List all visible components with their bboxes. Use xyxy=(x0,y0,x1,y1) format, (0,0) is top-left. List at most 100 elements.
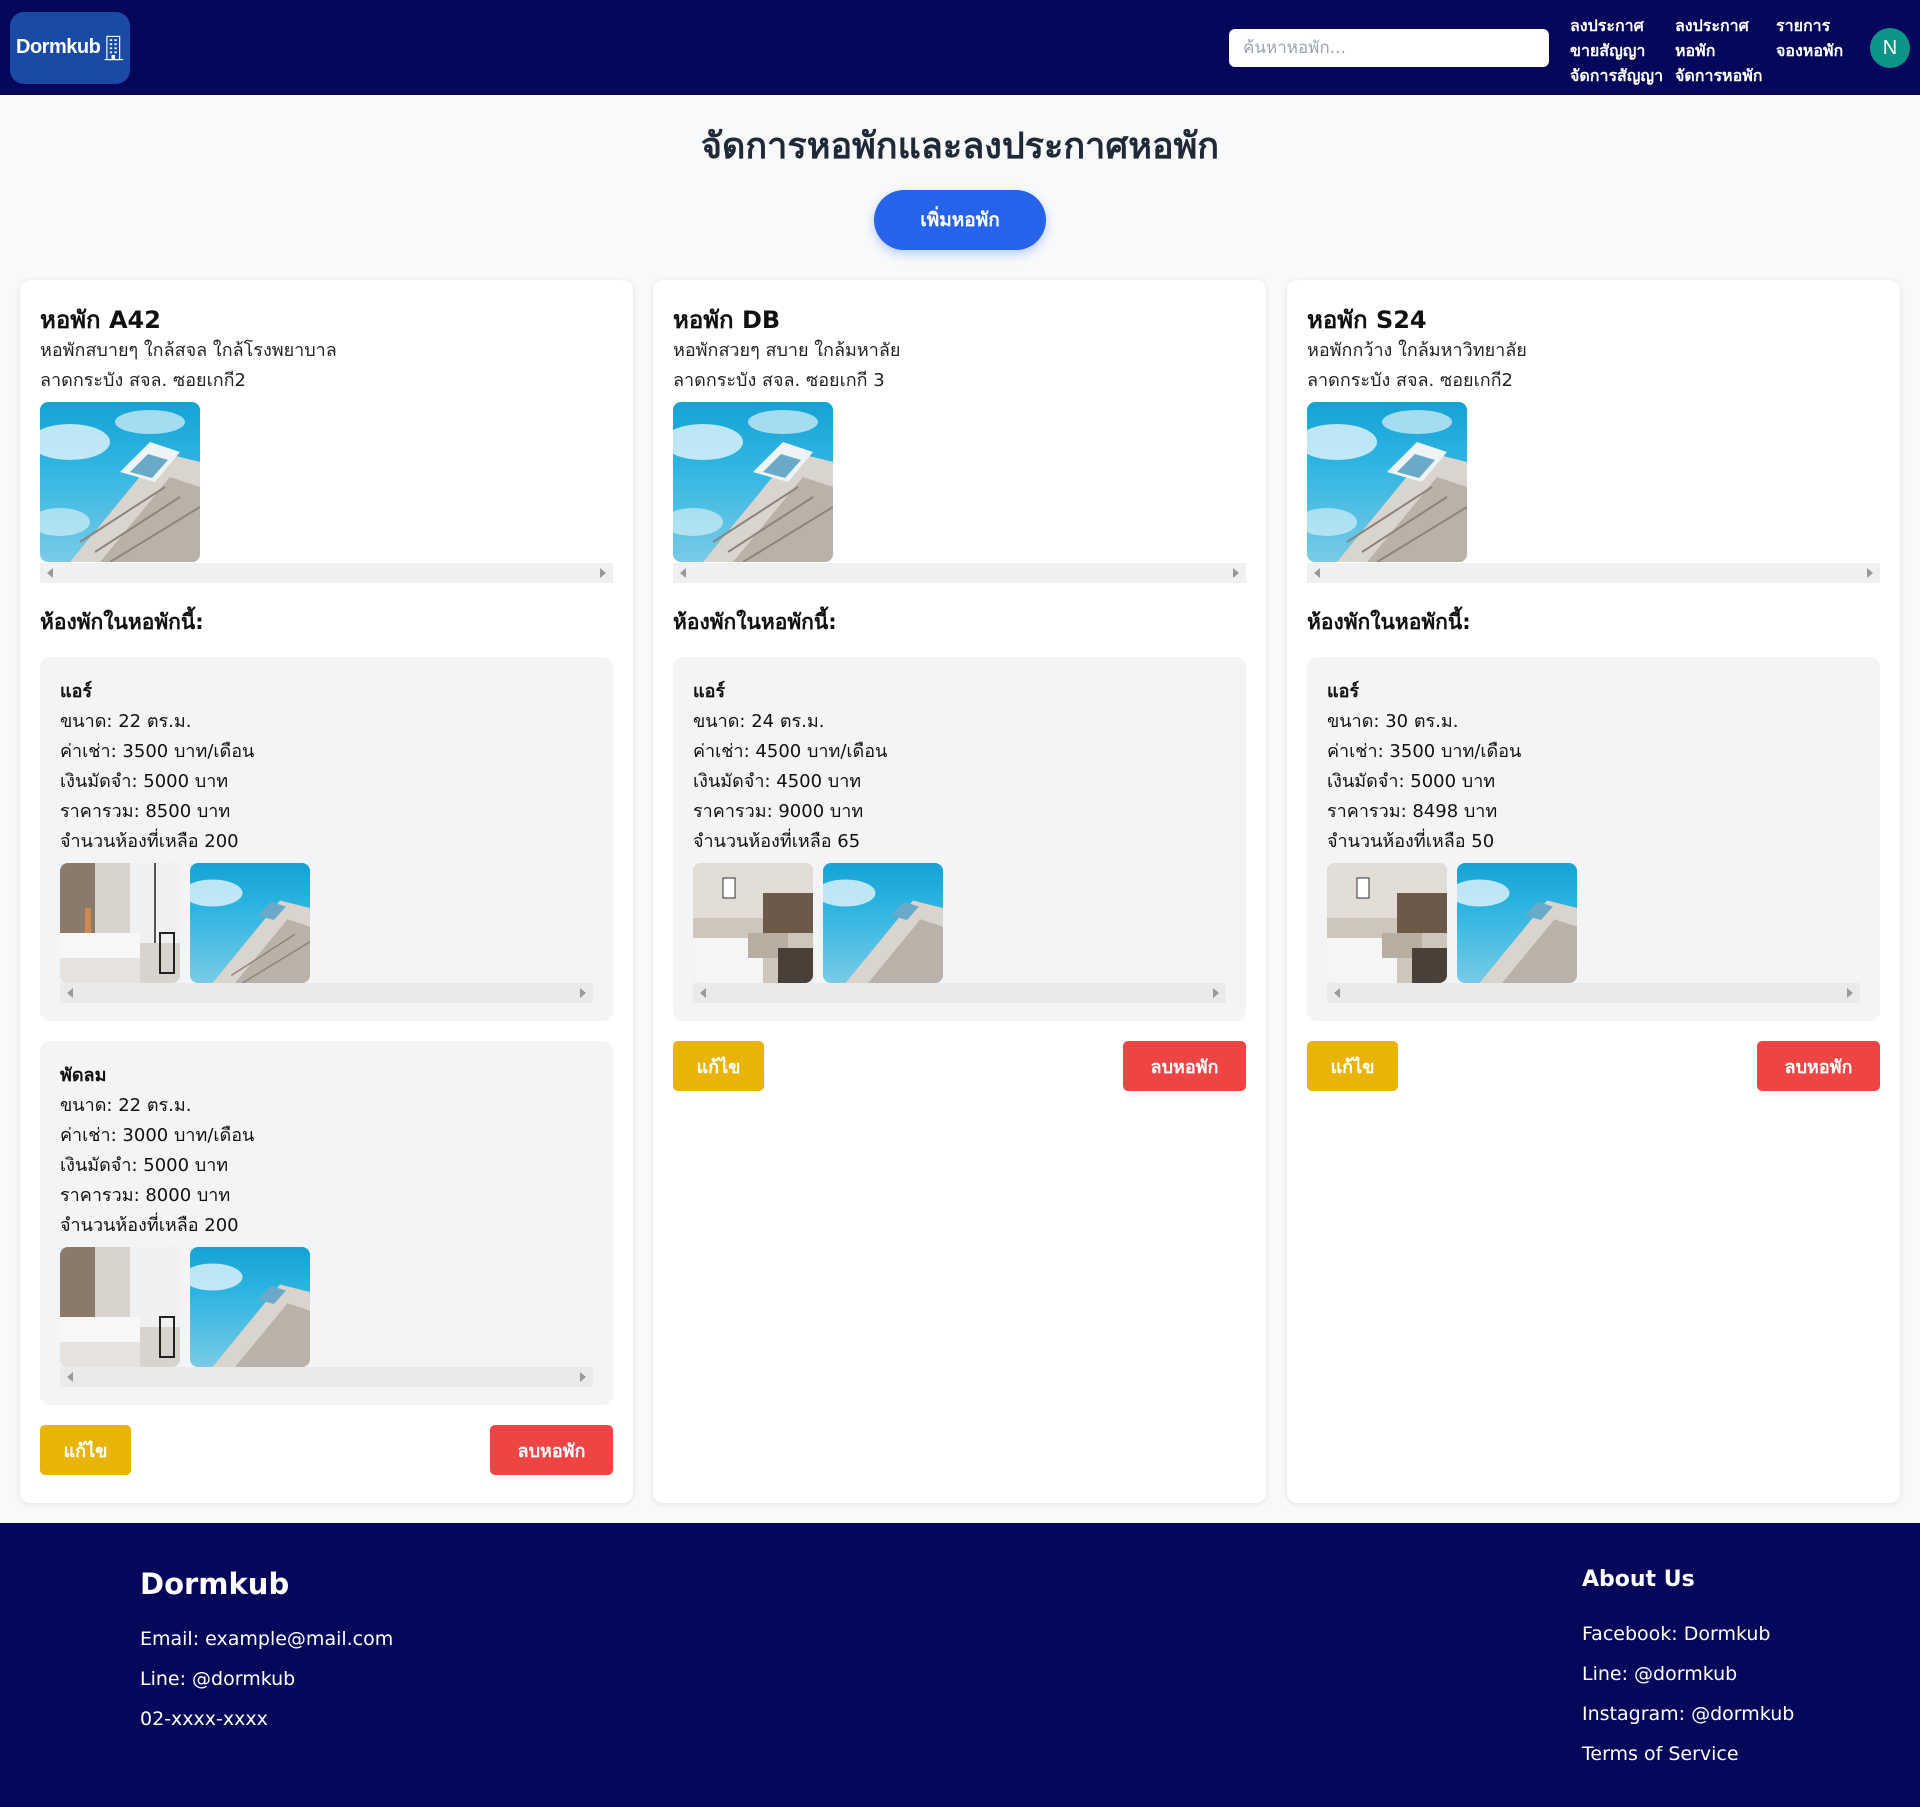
room-deposit: เงินมัดจำ: 5000 บาท xyxy=(1327,771,1496,792)
footer-phone: 02-xxxx-xxxx xyxy=(140,1708,268,1730)
room-type: พัดลม xyxy=(60,1065,107,1086)
nav-dorm[interactable]: ลงประกาศ หอพัก จัดการหอพัก xyxy=(1675,13,1785,88)
dorm-name: หอพัก DB xyxy=(673,306,781,334)
room-total: ราคารวม: 8500 บาท xyxy=(60,801,231,822)
room-image-strip[interactable] xyxy=(60,863,593,1003)
living-room-photo xyxy=(1327,863,1447,983)
dorm-card: หอพัก DB หอพักสวยๆ สบาย ใกล้มหาลัย ลาดกร… xyxy=(653,280,1266,1503)
building-photo xyxy=(673,402,833,562)
avatar[interactable]: N xyxy=(1870,28,1910,68)
building-photo xyxy=(1457,863,1577,983)
rooms-heading: ห้องพักในหอพักนี้: xyxy=(40,610,204,634)
horizontal-scrollbar[interactable] xyxy=(693,983,1226,1003)
nav-dorm-line3: จัดการหอพัก xyxy=(1675,66,1763,85)
room-deposit: เงินมัดจำ: 4500 บาท xyxy=(693,771,862,792)
nav-bookings[interactable]: รายการ จองหอพัก xyxy=(1776,13,1886,63)
scroll-left-arrow-icon[interactable] xyxy=(1314,568,1320,578)
footer-line: Line: @dormkub xyxy=(140,1668,296,1690)
nav-contract[interactable]: ลงประกาศ ขายสัญญา จัดการสัญญา xyxy=(1570,13,1680,88)
dorm-address: ลาดกระบัง สจล. ซอยเกกี2 xyxy=(1307,370,1513,391)
room-total: ราคารวม: 8000 บาท xyxy=(60,1185,231,1206)
scroll-right-arrow-icon[interactable] xyxy=(1867,568,1873,578)
edit-button[interactable]: แก้ไข xyxy=(40,1425,131,1475)
room-image-strip[interactable] xyxy=(60,1247,593,1387)
scroll-right-arrow-icon[interactable] xyxy=(1233,568,1239,578)
horizontal-scrollbar[interactable] xyxy=(60,983,593,1003)
room-size: ขนาด: 24 ตร.ม. xyxy=(693,711,825,732)
rooms-heading: ห้องพักในหอพักนี้: xyxy=(673,610,837,634)
room-deposit: เงินมัดจำ: 5000 บาท xyxy=(60,771,229,792)
scroll-right-arrow-icon[interactable] xyxy=(580,1372,586,1382)
scroll-left-arrow-icon[interactable] xyxy=(67,1372,73,1382)
horizontal-scrollbar[interactable] xyxy=(1307,563,1880,583)
scroll-left-arrow-icon[interactable] xyxy=(700,988,706,998)
horizontal-scrollbar[interactable] xyxy=(1327,983,1860,1003)
room-rent: ค่าเช่า: 3000 บาท/เดือน xyxy=(60,1125,255,1146)
room-type: แอร์ xyxy=(693,681,726,702)
horizontal-scrollbar[interactable] xyxy=(40,563,613,583)
room-remaining: จำนวนห้องที่เหลือ 200 xyxy=(60,1215,239,1236)
room-rent: ค่าเช่า: 3500 บาท/เดือน xyxy=(60,741,255,762)
room-total: ราคารวม: 8498 บาท xyxy=(1327,801,1498,822)
bedroom-photo xyxy=(60,863,180,983)
dorm-image-strip[interactable] xyxy=(1307,402,1880,583)
room-card: พัดลม ขนาด: 22 ตร.ม. ค่าเช่า: 3000 บาท/เ… xyxy=(40,1041,613,1405)
instagram-link[interactable]: Instagram: @dormkub xyxy=(1582,1703,1794,1725)
room-image-strip[interactable] xyxy=(693,863,1226,1003)
room-card: แอร์ ขนาด: 30 ตร.ม. ค่าเช่า: 3500 บาท/เด… xyxy=(1307,657,1880,1021)
edit-button[interactable]: แก้ไข xyxy=(1307,1041,1398,1091)
dorm-image-strip[interactable] xyxy=(673,402,1246,583)
scroll-right-arrow-icon[interactable] xyxy=(1213,988,1219,998)
dorm-name: หอพัก S24 xyxy=(1307,306,1427,334)
scroll-right-arrow-icon[interactable] xyxy=(580,988,586,998)
room-total: ราคารวม: 9000 บาท xyxy=(693,801,864,822)
nav-bookings-line1: รายการ xyxy=(1776,16,1831,35)
room-size: ขนาด: 30 ตร.ม. xyxy=(1327,711,1459,732)
line-link[interactable]: Line: @dormkub xyxy=(1582,1663,1737,1685)
room-type: แอร์ xyxy=(1327,681,1360,702)
building-icon xyxy=(104,35,124,60)
footer-brand: Dormkub xyxy=(140,1567,290,1601)
room-image-strip[interactable] xyxy=(1327,863,1860,1003)
nav-dorm-line1: ลงประกาศ xyxy=(1675,16,1749,35)
logo-text: Dormkub xyxy=(16,36,101,58)
delete-dorm-button[interactable]: ลบหอพัก xyxy=(1123,1041,1246,1091)
building-photo xyxy=(190,1247,310,1367)
living-room-photo xyxy=(693,863,813,983)
edit-button[interactable]: แก้ไข xyxy=(673,1041,764,1091)
facebook-link[interactable]: Facebook: Dormkub xyxy=(1582,1623,1770,1645)
add-dorm-button[interactable]: เพิ่มหอพัก xyxy=(874,190,1046,250)
terms-link[interactable]: Terms of Service xyxy=(1582,1743,1739,1765)
nav-dorm-line2: หอพัก xyxy=(1675,41,1716,60)
room-deposit: เงินมัดจำ: 5000 บาท xyxy=(60,1155,229,1176)
dorm-address: ลาดกระบัง สจล. ซอยเกกี2 xyxy=(40,370,246,391)
scroll-left-arrow-icon[interactable] xyxy=(67,988,73,998)
room-remaining: จำนวนห้องที่เหลือ 200 xyxy=(60,831,239,852)
room-size: ขนาด: 22 ตร.ม. xyxy=(60,1095,192,1116)
dorm-card: หอพัก S24 หอพักกว้าง ใกล้มหาวิทยาลัย ลาด… xyxy=(1287,280,1900,1503)
dorm-actions: แก้ไข ลบหอพัก xyxy=(40,1425,613,1475)
dorm-address: ลาดกระบัง สจล. ซอยเกกี 3 xyxy=(673,370,885,391)
delete-dorm-button[interactable]: ลบหอพัก xyxy=(1757,1041,1880,1091)
scroll-right-arrow-icon[interactable] xyxy=(600,568,606,578)
scroll-left-arrow-icon[interactable] xyxy=(47,568,53,578)
scroll-left-arrow-icon[interactable] xyxy=(680,568,686,578)
dorm-actions: แก้ไข ลบหอพัก xyxy=(1307,1041,1880,1091)
dorm-card: หอพัก A42 หอพักสบายๆ ใกล้สจล ใกล้โรงพยาบ… xyxy=(20,280,633,1503)
nav-contract-line1: ลงประกาศ xyxy=(1570,16,1644,35)
horizontal-scrollbar[interactable] xyxy=(60,1367,593,1387)
building-photo xyxy=(40,402,200,562)
room-type: แอร์ xyxy=(60,681,93,702)
scroll-right-arrow-icon[interactable] xyxy=(1847,988,1853,998)
horizontal-scrollbar[interactable] xyxy=(673,563,1246,583)
delete-dorm-button[interactable]: ลบหอพัก xyxy=(490,1425,613,1475)
building-photo xyxy=(190,863,310,983)
room-remaining: จำนวนห้องที่เหลือ 65 xyxy=(693,831,861,852)
dorm-image-strip[interactable] xyxy=(40,402,613,583)
rooms-heading: ห้องพักในหอพักนี้: xyxy=(1307,610,1471,634)
search-input[interactable] xyxy=(1229,29,1549,67)
scroll-left-arrow-icon[interactable] xyxy=(1334,988,1340,998)
logo[interactable]: Dormkub xyxy=(10,11,130,84)
dorm-description: หอพักสวยๆ สบาย ใกล้มหาลัย xyxy=(673,340,901,361)
room-card: แอร์ ขนาด: 24 ตร.ม. ค่าเช่า: 4500 บาท/เด… xyxy=(673,657,1246,1021)
